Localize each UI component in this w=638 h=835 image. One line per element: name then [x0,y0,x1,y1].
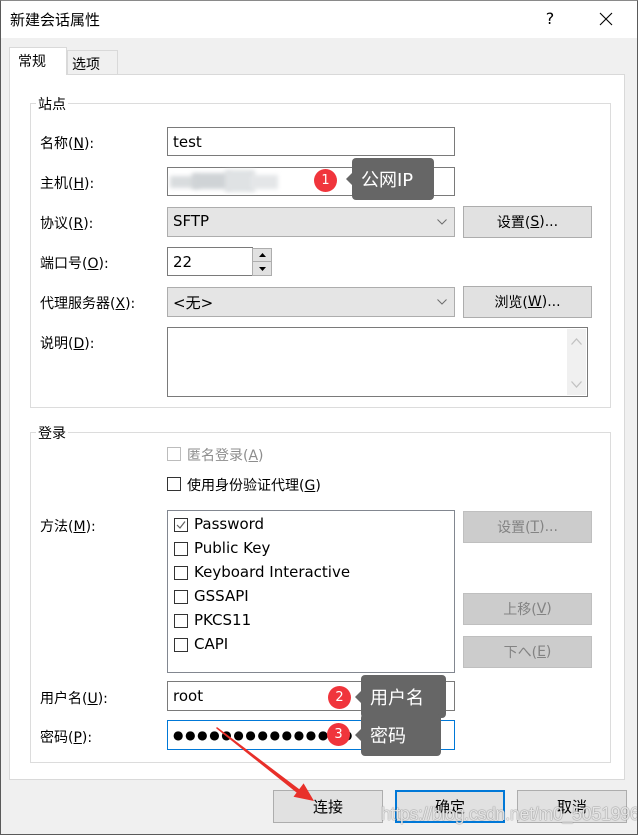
auth-method-checkbox[interactable] [174,566,188,580]
method-settings-button[interactable]: 设置(T)... [463,511,592,543]
protocol-value: SFTP [173,212,210,230]
annotation-badge-1: 1 [314,169,337,192]
port-label: 端口号(O): [40,256,109,272]
auth-method-item-password[interactable]: Password [174,514,444,536]
scroll-up-icon[interactable] [571,338,582,345]
triangle-up-icon [258,253,266,257]
auth-method-label: CAPI [194,635,229,653]
scroll-down-icon[interactable] [571,381,582,388]
proxy-label: 代理服务器(X): [40,296,136,312]
close-button[interactable] [590,4,622,34]
auth-method-label: Public Key [194,539,271,557]
port-increment-button[interactable] [253,249,271,262]
port-input[interactable] [167,247,253,276]
dialog-title: 新建会话属性 [10,11,101,29]
auth-method-label: Password [194,515,265,533]
check-icon [176,521,186,529]
proxy-browse-button[interactable]: 浏览(W)... [463,286,592,318]
description-scrollbar[interactable] [567,329,586,395]
annotation-callout-public-ip: 公网IP [346,158,434,200]
annotation-callout-password: 密码 [355,714,441,756]
protocol-settings-button[interactable]: 设置(S)... [463,206,592,238]
port-decrement-button[interactable] [253,262,271,275]
site-group-title: 站点 [36,94,68,114]
move-down-button[interactable]: 下へ(E) [463,636,592,668]
triangle-down-icon [258,266,266,271]
auth-method-listbox: Password Public Key Keyboard Interactive… [167,510,455,673]
auth-method-label: Keyboard Interactive [194,563,351,581]
proxy-value: <无> [173,294,214,312]
method-label: 方法(M): [40,519,96,535]
auth-method-item-public-key[interactable]: Public Key [174,538,444,560]
auth-method-item-pkcs11[interactable]: PKCS11 [174,610,444,632]
annotation-badge-2: 2 [328,686,351,709]
username-label: 用户名(U): [40,691,108,707]
connect-button[interactable]: 连接 [273,790,383,823]
description-label: 说明(D): [40,336,95,352]
anonymous-login-label[interactable]: 匿名登录(A) [187,445,264,465]
password-label: 密码(P): [40,730,93,746]
annotation-callout-username: 用户名 [355,675,446,718]
name-label: 名称(N): [40,136,95,152]
login-group-title: 登录 [36,423,68,443]
proxy-select[interactable]: <无> [167,287,455,317]
move-up-button[interactable]: 上移(V) [463,593,592,625]
anonymous-login-checkbox[interactable] [167,447,181,461]
title-bar: 新建会话属性 ? [0,0,638,38]
auth-agent-label[interactable]: 使用身份验证代理(G) [187,475,321,495]
annotation-badge-3: 3 [327,723,350,746]
ok-button[interactable]: 确定 [395,790,505,823]
auth-method-checkbox[interactable] [174,614,188,628]
host-redacted-blur [170,170,280,194]
auth-method-item-gssapi[interactable]: GSSAPI [174,586,444,608]
cancel-button[interactable]: 取消 [517,790,627,823]
auth-method-checkbox[interactable] [174,590,188,604]
auth-method-checkbox[interactable] [174,638,188,652]
auth-agent-checkbox[interactable] [167,477,181,491]
port-spinner [252,248,272,276]
host-label: 主机(H): [40,176,95,192]
auth-method-label: PKCS11 [194,611,252,629]
auth-method-item-capi[interactable]: CAPI [174,634,444,656]
tab-options[interactable]: 选项 [67,50,118,75]
protocol-select[interactable]: SFTP [167,207,455,237]
chevron-down-icon [437,219,447,225]
help-button[interactable]: ? [536,4,564,34]
auth-method-checkbox[interactable] [174,542,188,556]
auth-method-label: GSSAPI [194,587,249,605]
chevron-down-icon [437,299,447,305]
protocol-label: 协议(R): [40,216,94,232]
tab-general[interactable]: 常规 [9,47,67,75]
name-input[interactable] [167,127,455,156]
auth-method-item-keyboard-interactive[interactable]: Keyboard Interactive [174,562,444,584]
description-textarea[interactable] [167,327,588,397]
auth-method-checkbox[interactable] [174,518,188,532]
close-icon [599,12,613,26]
